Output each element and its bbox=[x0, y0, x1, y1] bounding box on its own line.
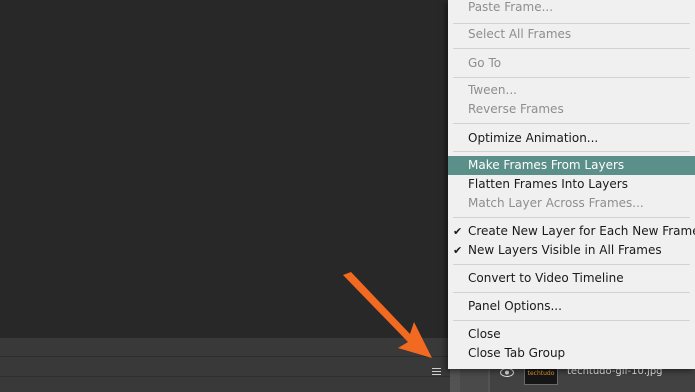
menu-separator bbox=[453, 320, 690, 321]
menu-item-tween[interactable]: Tween... bbox=[448, 81, 695, 100]
menu-item-close[interactable]: Close bbox=[448, 325, 695, 344]
menu-item-create-new-layer-each-frame[interactable]: ✔ Create New Layer for Each New Frame bbox=[448, 222, 695, 241]
timeline-panel-flyout-menu: Paste Frame... Select All Frames Go To T… bbox=[448, 0, 695, 369]
menu-item-label: New Layers Visible in All Frames bbox=[468, 243, 662, 257]
menu-separator bbox=[453, 151, 690, 152]
menu-item-make-frames-from-layers[interactable]: Make Frames From Layers bbox=[448, 156, 695, 175]
menu-item-panel-options[interactable]: Panel Options... bbox=[448, 297, 695, 316]
menu-item-close-tab-group[interactable]: Close Tab Group bbox=[448, 344, 695, 363]
menu-item-flatten-frames-into-layers[interactable]: Flatten Frames Into Layers bbox=[448, 175, 695, 194]
checkmark-icon: ✔ bbox=[453, 225, 463, 238]
checkmark-icon: ✔ bbox=[453, 244, 463, 257]
menu-item-go-to[interactable]: Go To bbox=[448, 54, 695, 73]
menu-separator bbox=[453, 123, 690, 124]
menu-item-convert-to-video-timeline[interactable]: Convert to Video Timeline bbox=[448, 269, 695, 288]
menu-separator bbox=[453, 23, 690, 24]
timeline-divider bbox=[0, 376, 450, 377]
menu-separator bbox=[453, 292, 690, 293]
menu-separator bbox=[453, 217, 690, 218]
hamburger-icon[interactable] bbox=[430, 366, 444, 378]
menu-item-select-all-frames[interactable]: Select All Frames bbox=[448, 25, 695, 44]
menu-item-label: Create New Layer for Each New Frame bbox=[468, 224, 695, 238]
orange-arrow-annotation bbox=[343, 272, 432, 358]
eye-icon[interactable] bbox=[500, 368, 514, 377]
menu-separator bbox=[453, 48, 690, 49]
menu-item-reverse-frames[interactable]: Reverse Frames bbox=[448, 100, 695, 119]
menu-separator bbox=[453, 264, 690, 265]
menu-item-match-layer-across-frames[interactable]: Match Layer Across Frames... bbox=[448, 194, 695, 213]
menu-item-paste-frame[interactable]: Paste Frame... bbox=[448, 0, 695, 17]
menu-item-new-layers-visible[interactable]: ✔ New Layers Visible in All Frames bbox=[448, 241, 695, 260]
menu-item-optimize-animation[interactable]: Optimize Animation... bbox=[448, 129, 695, 148]
menu-separator bbox=[453, 77, 690, 78]
